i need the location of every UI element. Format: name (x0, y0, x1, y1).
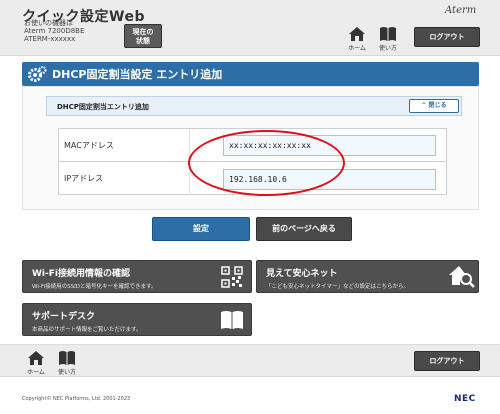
row-divider (189, 162, 190, 195)
logout-button[interactable]: ログアウト (414, 27, 480, 47)
device-info-line-3: ATERM-xxxxxx (24, 35, 76, 43)
home-icon (349, 27, 365, 41)
help-nav[interactable]: 使い方 (374, 24, 402, 52)
footer-logout-button[interactable]: ログアウト (414, 351, 480, 371)
support-desk-title: サポートデスク (32, 312, 96, 322)
home-label: ホーム (348, 45, 366, 52)
status-button-line-2: 状態 (136, 37, 150, 45)
header: クイック設定Web お使いの機器は Aterm 7200D8BE ATERM-x… (0, 0, 500, 56)
footer-home-nav[interactable]: ホーム (22, 348, 50, 376)
mac-address-input[interactable]: xx:xx:xx:xx:xx:xx (223, 135, 436, 156)
book-icon (221, 311, 243, 329)
footer-help-nav[interactable]: 使い方 (53, 348, 81, 376)
wifi-info-title: Wi-Fi接続用情報の確認 (32, 269, 130, 279)
qr-code-icon (221, 266, 243, 288)
ip-address-label: IPアドレス (64, 174, 104, 183)
wifi-info-desc: Wi-Fi接続用のSSIDと暗号化キーを確認できます。 (32, 284, 157, 290)
house-search-icon (449, 266, 475, 288)
home-icon (28, 351, 44, 365)
book-icon (59, 351, 75, 365)
mieru-anshin-desc: 「こども安心ネットタイマー」などの設定はこちらから。 (266, 284, 410, 290)
section-banner: DHCP固定割当設定 エントリ追加 (22, 62, 479, 86)
mieru-anshin-tile[interactable]: 見えて安心ネット 「こども安心ネットタイマー」などの設定はこちらから。 (256, 260, 479, 293)
device-info-line-1: お使いの機器は (24, 19, 73, 27)
nec-logo: NEC (454, 394, 476, 404)
set-button[interactable]: 設定 (152, 217, 250, 241)
mieru-anshin-title: 見えて安心ネット (266, 269, 338, 279)
home-nav[interactable]: ホーム (343, 24, 371, 52)
back-button[interactable]: 前のページへ戻る (256, 217, 352, 241)
wifi-info-tile[interactable]: Wi-Fi接続用情報の確認 Wi-Fi接続用のSSIDと暗号化キーを確認できます… (22, 260, 252, 293)
row-divider (189, 129, 190, 162)
gear-icon (28, 66, 47, 82)
ip-address-input[interactable]: 192.168.10.6 (223, 169, 436, 190)
device-info-line-2: Aterm 7200D8BE (24, 27, 85, 35)
footer-home-label: ホーム (27, 369, 45, 376)
close-button[interactable]: ^ 閉じる (409, 99, 459, 113)
footer-bar: ホーム 使い方 ログアウト (0, 344, 500, 377)
current-status-button[interactable]: 現在の 状態 (124, 24, 162, 48)
book-icon (380, 27, 396, 41)
mac-address-label: MACアドレス (64, 141, 114, 150)
close-label: 閉じる (428, 102, 447, 109)
footer-help-label: 使い方 (57, 369, 76, 376)
chevron-up-icon: ^ (421, 102, 427, 109)
copyright: Copyright© NEC Platforms, Ltd. 2001-2023 (22, 396, 131, 402)
help-label: 使い方 (378, 45, 397, 52)
sub-header-title: DHCP固定割当エントリ追加 (57, 103, 149, 111)
aterm-logo: Aterm (445, 5, 477, 16)
sub-header: DHCP固定割当エントリ追加 (46, 96, 462, 116)
section-title: DHCP固定割当設定 エントリ追加 (52, 68, 223, 81)
status-button-line-1: 現在の (132, 28, 154, 36)
support-desk-tile[interactable]: サポートデスク 本商品のサポート情報をご覧いただけます。 (22, 303, 252, 336)
support-desk-desc: 本商品のサポート情報をご覧いただけます。 (32, 327, 142, 333)
